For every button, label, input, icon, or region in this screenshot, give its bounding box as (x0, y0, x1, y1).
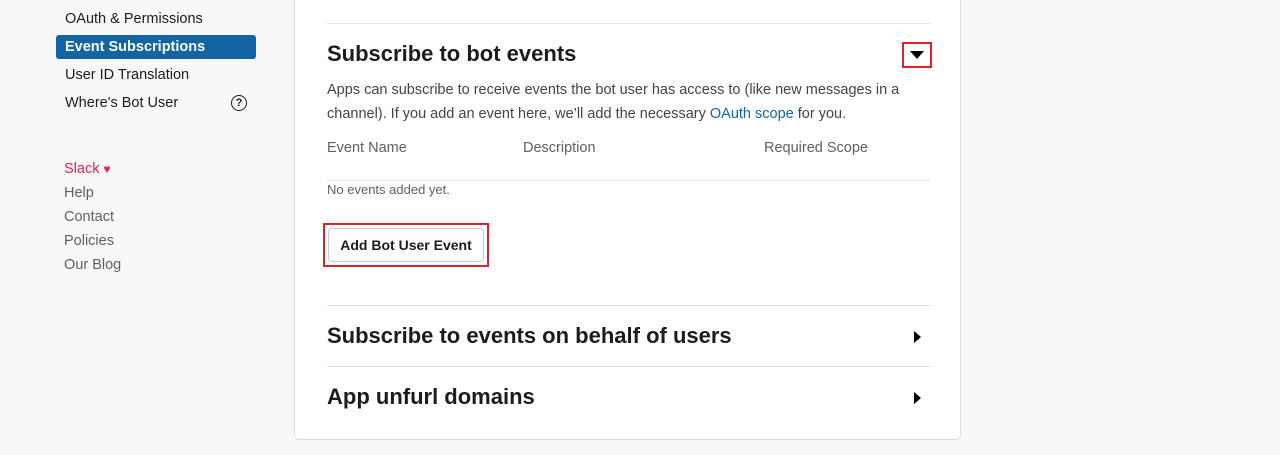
sidebar-item-label: Event Subscriptions (65, 39, 206, 55)
sidebar-item-event-subscriptions[interactable]: Event Subscriptions (56, 35, 256, 59)
caret-down-icon (910, 51, 924, 59)
divider (327, 23, 931, 24)
blog-link[interactable]: Our Blog (64, 253, 256, 277)
caret-right-icon (913, 392, 921, 404)
help-link[interactable]: Help (64, 181, 256, 205)
column-header-description: Description (523, 140, 596, 156)
table-divider (327, 180, 931, 181)
sidebar-item-label: Where's Bot User (65, 95, 179, 111)
caret-right-icon (913, 331, 921, 343)
sidebar-item-wheres-bot-user[interactable]: Where's Bot User ? (56, 91, 256, 115)
divider (327, 366, 931, 367)
column-header-event-name: Event Name (327, 140, 407, 156)
heart-icon: ♥ (103, 162, 111, 176)
footer-links: Slack ♥ Help Contact Policies Our Blog (56, 157, 256, 277)
event-settings-card: Subscribe to bot events Apps can subscri… (294, 0, 961, 440)
oauth-scope-link[interactable]: OAuth scope (710, 106, 794, 122)
collapse-toggle-button[interactable] (902, 42, 932, 68)
empty-events-message: No events added yet. (327, 182, 450, 197)
sidebar-item-label: User ID Translation (65, 67, 190, 83)
expand-toggle-button[interactable] (902, 324, 932, 350)
sidebar: OAuth & Permissions Event Subscriptions … (56, 0, 256, 277)
slack-link[interactable]: Slack ♥ (64, 157, 256, 181)
policies-link[interactable]: Policies (64, 229, 256, 253)
section-description: Apps can subscribe to receive events the… (327, 82, 900, 122)
add-bot-user-event-highlight: Add Bot User Event (323, 223, 489, 267)
help-icon[interactable]: ? (231, 95, 247, 111)
sidebar-item-oauth-permissions[interactable]: OAuth & Permissions (56, 7, 256, 31)
contact-link[interactable]: Contact (64, 205, 256, 229)
divider (327, 305, 931, 306)
expand-toggle-button[interactable] (902, 385, 932, 411)
column-header-required-scope: Required Scope (764, 140, 868, 156)
section-title-user-events: Subscribe to events on behalf of users (327, 323, 732, 348)
add-bot-user-event-button[interactable]: Add Bot User Event (328, 228, 484, 262)
sidebar-item-user-id-translation[interactable]: User ID Translation (56, 63, 256, 87)
section-title-bot-events: Subscribe to bot events (327, 41, 577, 66)
section-title-unfurl-domains: App unfurl domains (327, 384, 535, 409)
sidebar-item-label: OAuth & Permissions (65, 11, 203, 27)
